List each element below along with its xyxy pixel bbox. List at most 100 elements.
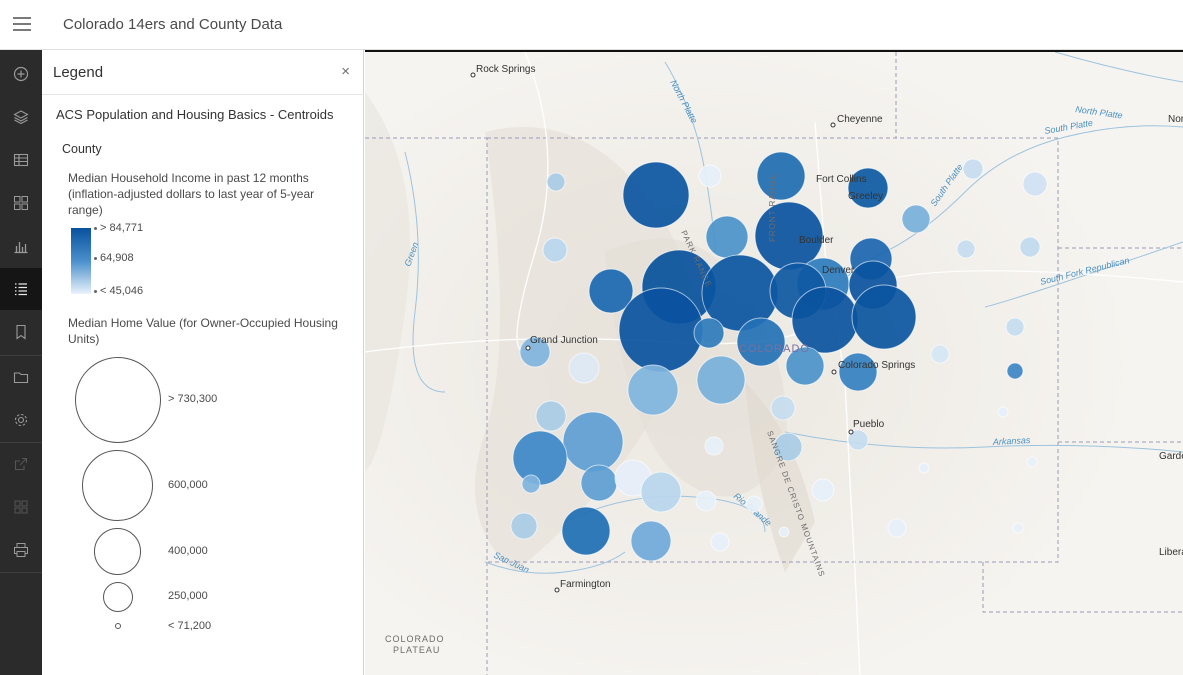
city-label-north-platte: North Platte — [1168, 114, 1183, 125]
county-symbol[interactable] — [627, 364, 679, 416]
county-symbol[interactable] — [778, 526, 790, 538]
map-view[interactable]: North Platte North Platte South Platte S… — [365, 50, 1183, 675]
county-symbol[interactable] — [930, 344, 950, 364]
size-circle-small — [103, 582, 133, 612]
city-label-rock-springs: Rock Springs — [476, 64, 535, 75]
county-symbol[interactable] — [618, 287, 704, 373]
county-symbol[interactable] — [962, 158, 984, 180]
county-symbol[interactable] — [838, 352, 878, 392]
city-label-garden-city: Garden City — [1159, 451, 1183, 462]
county-symbol[interactable] — [997, 406, 1009, 418]
city-dot-grand-junction — [525, 345, 531, 351]
county-symbol[interactable] — [561, 506, 611, 556]
city-label-boulder: Boulder — [799, 235, 834, 246]
river-label-arkansas: Arkansas — [992, 435, 1031, 447]
city-dot-rock-springs — [470, 72, 476, 78]
county-symbol[interactable] — [512, 430, 568, 486]
county-symbol[interactable] — [568, 352, 600, 384]
size-circle-large — [82, 450, 153, 521]
county-symbol[interactable] — [542, 237, 568, 263]
county-symbol[interactable] — [535, 400, 567, 432]
county-symbol[interactable] — [756, 151, 806, 201]
city-label-liberal: Liberal — [1159, 547, 1183, 558]
county-symbol[interactable] — [710, 532, 730, 552]
county-symbol[interactable] — [580, 464, 618, 502]
county-symbol[interactable] — [1022, 171, 1048, 197]
county-symbol[interactable] — [1005, 317, 1025, 337]
county-symbol[interactable] — [698, 164, 722, 188]
size-circle-smallest — [115, 623, 121, 629]
city-label-fort-collins: Fort Collins — [816, 174, 867, 185]
legend-layer-title: ACS Population and Housing Basics - Cent… — [56, 107, 334, 122]
folder-icon[interactable] — [0, 356, 42, 398]
legend-icon[interactable] — [0, 268, 42, 310]
share-icon — [0, 443, 42, 485]
chart-icon[interactable] — [0, 225, 42, 267]
size-field-label: Median Home Value (for Owner-Occupied Ho… — [68, 316, 338, 346]
county-symbol[interactable] — [901, 204, 931, 234]
basemap-icon[interactable] — [0, 182, 42, 224]
size-circle-medium — [94, 528, 141, 575]
city-label-colorado-springs: Colorado Springs — [838, 360, 915, 371]
county-symbol[interactable] — [1012, 522, 1024, 534]
city-label-greeley: Greeley — [848, 191, 883, 202]
county-symbol[interactable] — [736, 317, 786, 367]
region-label-front-range: FRONT RANGE — [768, 173, 777, 242]
legend-title: Legend — [53, 64, 104, 81]
county-symbol[interactable] — [693, 317, 725, 349]
city-label-pueblo: Pueblo — [853, 419, 885, 430]
legend-panel: Legend × ACS Population and Housing Basi… — [42, 50, 364, 675]
menu-icon[interactable] — [13, 17, 31, 31]
size-label-3: 400,000 — [168, 545, 208, 557]
app-header: Colorado 14ers and County Data — [0, 0, 1183, 50]
county-symbol[interactable] — [695, 490, 717, 512]
county-symbol[interactable] — [510, 512, 538, 540]
county-symbol[interactable] — [887, 518, 907, 538]
map-canvas[interactable]: North Platte North Platte South Platte S… — [365, 52, 1183, 675]
region-label-colorado-plateau-1: COLORADO — [385, 634, 445, 644]
bookmark-icon[interactable] — [0, 311, 42, 353]
county-symbol[interactable] — [811, 478, 835, 502]
county-symbol[interactable] — [705, 215, 749, 259]
county-symbol[interactable] — [562, 411, 624, 473]
city-label-farmington: Farmington — [560, 579, 611, 590]
legend-sublayer-title: County — [62, 142, 102, 156]
county-symbol[interactable] — [704, 436, 724, 456]
county-symbol[interactable] — [745, 495, 763, 513]
ramp-label-low: < 45,046 — [93, 285, 144, 297]
app-title: Colorado 14ers and County Data — [63, 16, 283, 33]
size-label-5: < 71,200 — [168, 620, 212, 632]
city-dot-colorado-springs — [831, 369, 837, 375]
size-label-1: > 730,300 — [168, 393, 218, 405]
county-symbol[interactable] — [622, 161, 690, 229]
county-symbol[interactable] — [1019, 236, 1041, 258]
county-symbol[interactable] — [696, 355, 746, 405]
county-symbol[interactable] — [918, 462, 930, 474]
color-field-label: Median Household Income in past 12 month… — [68, 171, 315, 217]
county-symbol[interactable] — [956, 239, 976, 259]
county-symbol[interactable] — [640, 471, 682, 513]
table-icon[interactable] — [0, 139, 42, 181]
region-label-colorado: COLORADO — [739, 343, 810, 355]
city-dot-pueblo — [848, 429, 854, 435]
close-icon[interactable]: × — [341, 64, 350, 79]
county-symbol[interactable] — [630, 520, 672, 562]
county-symbol[interactable] — [1006, 362, 1024, 380]
settings-icon[interactable] — [0, 399, 42, 441]
county-symbol[interactable] — [770, 395, 796, 421]
city-dot-cheyenne — [830, 122, 836, 128]
city-dot-farmington — [554, 587, 560, 593]
print-icon[interactable] — [0, 529, 42, 571]
add-data-icon[interactable] — [0, 53, 42, 95]
layers-icon[interactable] — [0, 96, 42, 138]
city-label-grand-junction: Grand Junction — [530, 335, 598, 346]
region-label-colorado-plateau-2: PLATEAU — [393, 645, 440, 655]
county-symbol[interactable] — [1026, 456, 1038, 468]
city-label-cheyenne: Cheyenne — [837, 114, 883, 125]
ramp-label-mid: 64,908 — [94, 252, 134, 264]
size-label-4: 250,000 — [168, 590, 208, 602]
county-symbol[interactable] — [851, 284, 917, 350]
left-toolbar — [0, 50, 42, 675]
county-symbol[interactable] — [546, 172, 566, 192]
county-symbol[interactable] — [521, 474, 541, 494]
